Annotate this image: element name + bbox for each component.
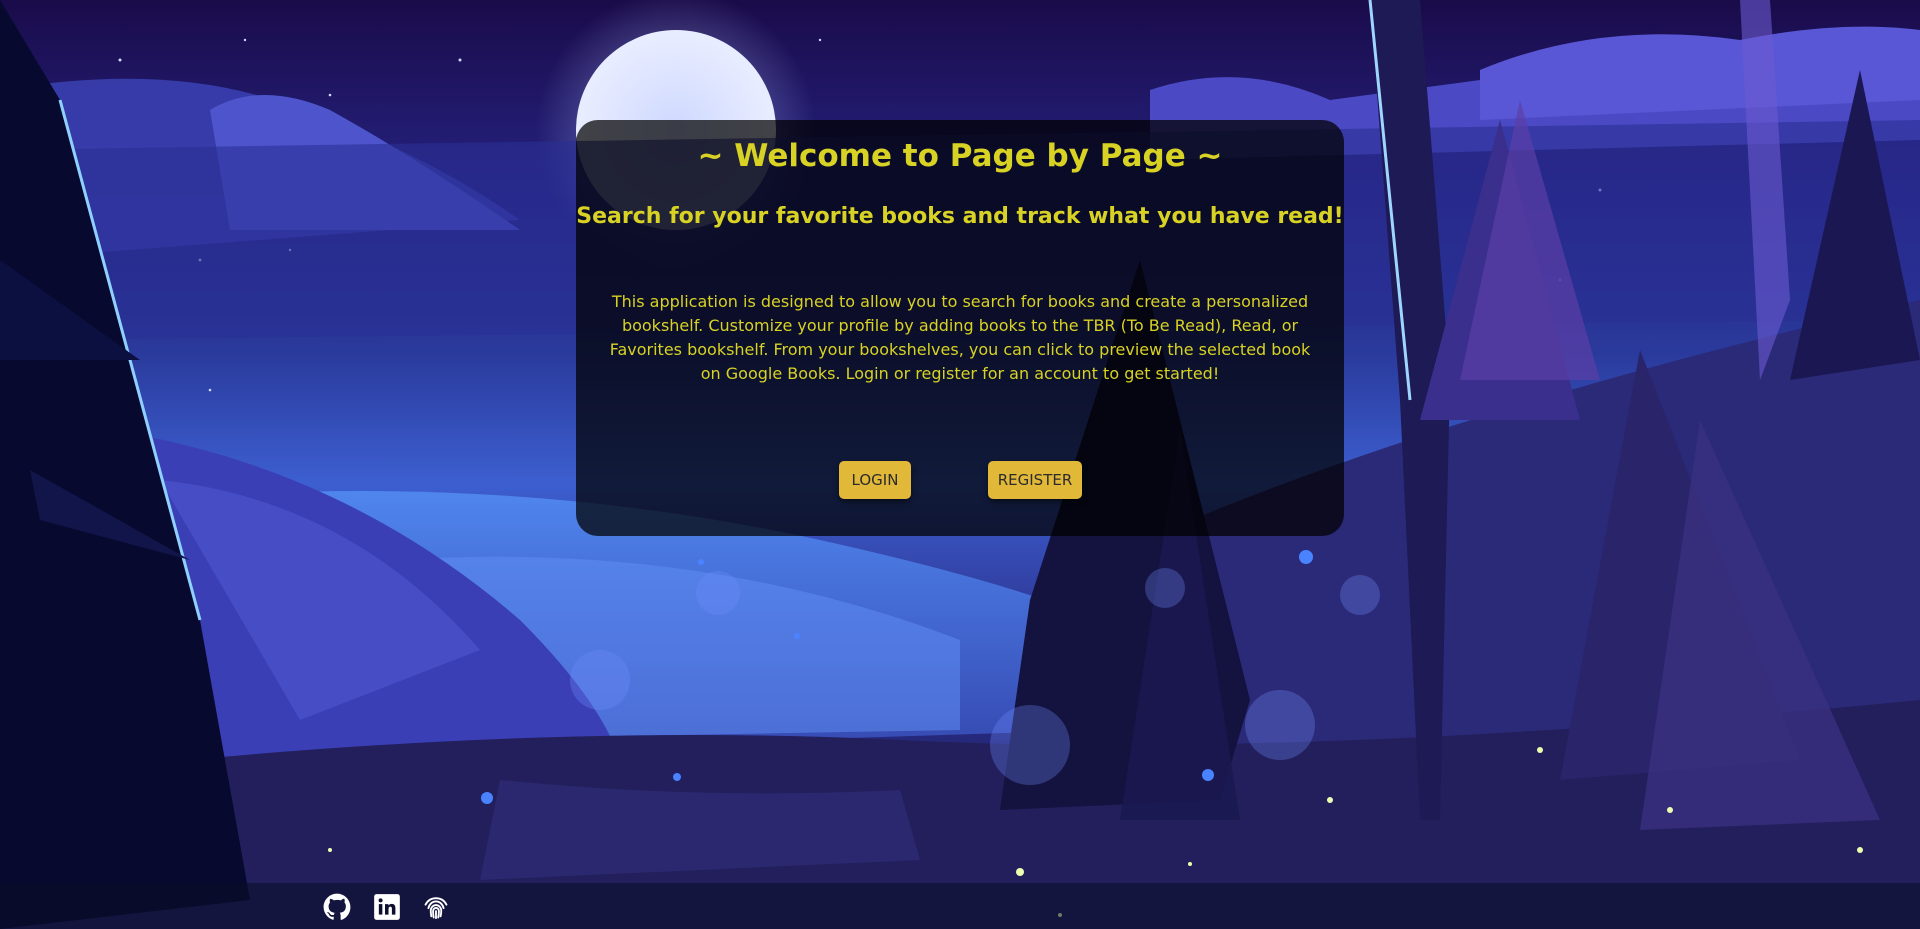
app-description: This application is designed to allow yo…: [609, 292, 1311, 383]
linkedin-icon[interactable]: [373, 893, 401, 921]
welcome-card: ~ Welcome to Page by Page ~ Search for y…: [576, 120, 1344, 536]
page-subtitle: Search for your favorite books and track…: [576, 204, 1344, 229]
footer: [0, 883, 1920, 929]
fingerprint-icon[interactable]: [422, 893, 450, 921]
page-title: ~ Welcome to Page by Page ~: [697, 138, 1223, 174]
login-button[interactable]: LOGIN: [839, 461, 911, 499]
register-button[interactable]: REGISTER: [988, 461, 1082, 499]
github-icon[interactable]: [323, 893, 351, 921]
